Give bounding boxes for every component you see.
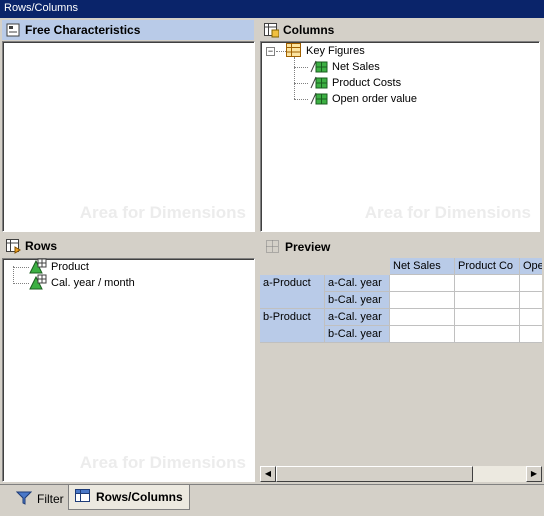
tab-filter[interactable]: Filter: [10, 488, 70, 510]
filter-icon: [15, 491, 33, 508]
tree-item-key-figures[interactable]: Key Figures: [286, 42, 365, 59]
table-icon: [75, 488, 91, 506]
preview-col-header: Product Co: [455, 258, 520, 275]
tab-rows-columns[interactable]: Rows/Columns: [68, 485, 190, 510]
tree-item-label: Cal. year / month: [51, 277, 135, 289]
tree-root-label: Key Figures: [306, 45, 365, 57]
preview-row-label: b-Cal. year: [325, 292, 390, 309]
window-title: Rows/Columns: [4, 2, 78, 14]
rows-icon: [6, 239, 21, 254]
columns-watermark: Area for Dimensions: [364, 203, 531, 222]
preview-data-cell: [390, 309, 455, 326]
key-figure-icon: [310, 59, 328, 76]
tree-item-net-sales[interactable]: Net Sales: [310, 59, 380, 75]
tree-item-product-costs[interactable]: Product Costs: [310, 75, 401, 91]
scroll-thumb[interactable]: [276, 466, 473, 482]
collapse-icon[interactable]: −: [266, 47, 275, 56]
tree-item-open-order-value[interactable]: Open order value: [310, 91, 417, 107]
key-figure-icon: [310, 91, 328, 108]
free-characteristics-watermark: Area for Dimensions: [79, 203, 246, 222]
columns-icon: [264, 23, 280, 38]
preview-grid: Net Sales Product Co Ope a-Product a-Cal…: [260, 258, 542, 468]
scroll-left-icon[interactable]: ◀: [260, 466, 276, 482]
preview-col-header: Net Sales: [390, 258, 455, 275]
preview-data-cell: [520, 292, 542, 309]
free-characteristics-header: Free Characteristics: [2, 20, 254, 40]
preview-header: Preview: [262, 237, 540, 257]
free-characteristics-title: Free Characteristics: [25, 23, 141, 37]
preview-row-group-label: a-Product: [260, 275, 325, 309]
scroll-right-icon[interactable]: ▶: [526, 466, 542, 482]
preview-icon: [266, 240, 280, 254]
tree-item-label: Open order value: [332, 93, 417, 105]
tab-label: Rows/Columns: [96, 490, 183, 504]
rows-area[interactable]: Product Cal. year / month Area for Dimen…: [2, 258, 255, 482]
preview-row-group-label: b-Product: [260, 309, 325, 343]
preview-title: Preview: [285, 240, 331, 254]
rows-header: Rows: [2, 236, 254, 256]
preview-row-label: a-Cal. year: [325, 275, 390, 292]
preview-horizontal-scrollbar[interactable]: ◀ ▶: [260, 466, 542, 482]
tree-item-label: Product: [51, 261, 89, 273]
bottom-tab-bar: Filter Rows/Columns: [0, 484, 544, 516]
window-title-bar: Rows/Columns: [0, 0, 544, 18]
panel-icon: [6, 23, 20, 37]
preview-data-cell: [390, 326, 455, 343]
key-figure-icon: [310, 75, 328, 92]
columns-area[interactable]: − Key Figures Net Sales Product Costs Op…: [260, 41, 540, 232]
preview-data-cell: [520, 326, 542, 343]
preview-data-cell: [455, 309, 520, 326]
tree-item-cal-year-month[interactable]: Cal. year / month: [29, 274, 135, 293]
preview-data-cell: [390, 292, 455, 309]
preview-row-label: a-Cal. year: [325, 309, 390, 326]
characteristic-icon: [29, 274, 47, 293]
rows-title: Rows: [25, 239, 58, 253]
tree-item-label: Net Sales: [332, 61, 380, 73]
columns-header: Columns: [260, 20, 540, 40]
preview-data-cell: [455, 326, 520, 343]
preview-data-cell: [455, 275, 520, 292]
preview-data-cell: [390, 275, 455, 292]
preview-data-cell: [455, 292, 520, 309]
free-characteristics-area[interactable]: Area for Dimensions: [2, 41, 255, 232]
rows-watermark: Area for Dimensions: [79, 453, 246, 472]
tree-item-label: Product Costs: [332, 77, 402, 89]
preview-col-header: Ope: [520, 258, 542, 275]
columns-title: Columns: [283, 23, 335, 37]
tab-label: Filter: [37, 492, 64, 506]
preview-data-cell: [520, 309, 542, 326]
preview-row-label: b-Cal. year: [325, 326, 390, 343]
preview-data-cell: [520, 275, 542, 292]
